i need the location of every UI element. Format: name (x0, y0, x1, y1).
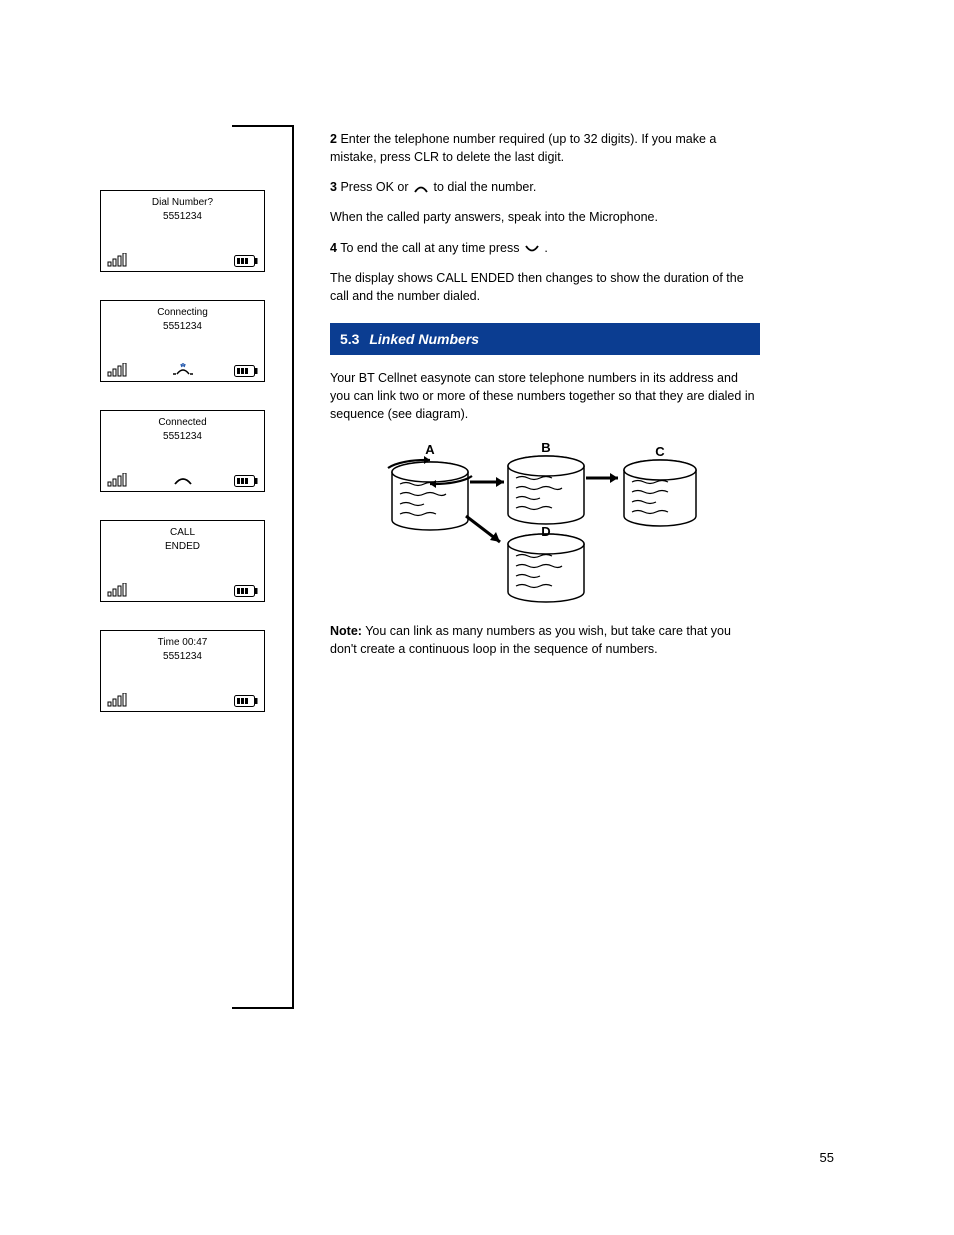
screen-line2: 5551234 (109, 321, 256, 333)
diagram-label-c: C (655, 444, 665, 459)
screen-connecting: Connecting 5551234 (100, 300, 265, 382)
battery-icon (234, 695, 258, 707)
screen-line1: Connected (109, 417, 256, 429)
step-4-body: The display shows CALL ENDED then change… (330, 269, 760, 305)
section-note: Note: You can link as many numbers as yo… (330, 622, 760, 658)
step-2: 2 Enter the telephone number required (u… (330, 130, 760, 166)
section-heading: 5.3 Linked Numbers (330, 323, 760, 355)
hook-icon (169, 472, 197, 488)
step-text-b: to dial the number. (433, 180, 536, 194)
section-number: 5.3 (340, 331, 359, 347)
screen-line2: 5551234 (109, 431, 256, 443)
step-text-b: . (544, 241, 547, 255)
signal-icon (107, 583, 127, 597)
screen-line2: 5551234 (109, 211, 256, 223)
rule-bottom-horizontal (232, 1007, 292, 1009)
call-key-icon (412, 181, 430, 195)
battery-icon (234, 365, 258, 377)
step-number: 2 (330, 132, 337, 146)
sidebar-screens: Dial Number? 5551234 Connecting 5551234 (100, 190, 270, 740)
signal-icon (107, 473, 127, 487)
step-text-a: To end the call at any time press (340, 241, 523, 255)
screen-line1: Dial Number? (109, 197, 256, 209)
step-text: Enter the telephone number required (up … (330, 132, 716, 164)
screen-line1: Time 00:47 (109, 637, 256, 649)
signal-icon (107, 693, 127, 707)
page-number: 55 (820, 1150, 834, 1165)
step-3-body: When the called party answers, speak int… (330, 208, 760, 226)
rule-top-horizontal (232, 125, 292, 127)
screen-connected: Connected 5551234 (100, 410, 265, 492)
screen-line2: 5551234 (109, 651, 256, 663)
step-4: 4 To end the call at any time press . (330, 239, 760, 257)
step-number: 4 (330, 241, 337, 255)
end-key-icon (523, 241, 541, 255)
screen-time: Time 00:47 5551234 (100, 630, 265, 712)
main-content: 2 Enter the telephone number required (u… (330, 130, 760, 670)
section-title: Linked Numbers (369, 331, 479, 347)
linked-numbers-diagram: A B C D (370, 438, 700, 608)
signal-icon (107, 253, 127, 267)
battery-icon (234, 255, 258, 267)
step-text-a: Press OK or (340, 180, 412, 194)
hook-flash-icon (169, 362, 197, 378)
section-body-1: Your BT Cellnet easynote can store telep… (330, 369, 760, 423)
screen-line1: CALL (109, 527, 256, 539)
screen-line1: Connecting (109, 307, 256, 319)
rule-vertical (292, 125, 294, 1009)
step-3: 3 Press OK or to dial the number. (330, 178, 760, 196)
note-text: You can link as many numbers as you wish… (330, 624, 731, 656)
diagram-label-d: D (541, 524, 550, 539)
screen-dial-number: Dial Number? 5551234 (100, 190, 265, 272)
screen-call-ended: CALL ENDED (100, 520, 265, 602)
battery-icon (234, 475, 258, 487)
battery-icon (234, 585, 258, 597)
note-label: Note: (330, 624, 362, 638)
step-number: 3 (330, 180, 337, 194)
diagram-label-a: A (425, 442, 435, 457)
diagram-label-b: B (541, 440, 550, 455)
screen-line2: ENDED (109, 541, 256, 553)
signal-icon (107, 363, 127, 377)
